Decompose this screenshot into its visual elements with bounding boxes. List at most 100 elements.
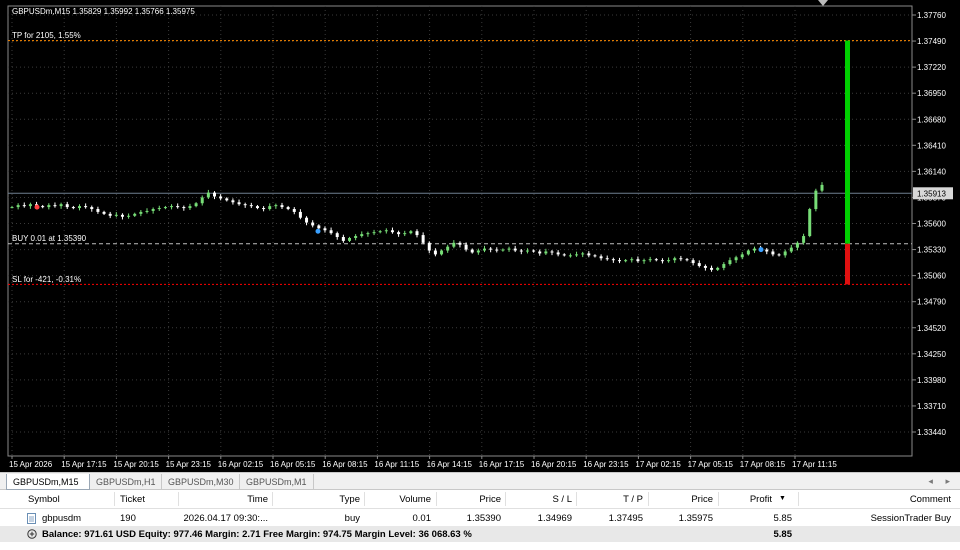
candle-body	[691, 260, 695, 264]
price-chart[interactable]: 1.37760 1.37490 1.37220 1.36950 1.36680 1.364…	[0, 0, 960, 472]
time-tick-label: 16 Apr 17:15	[479, 460, 525, 469]
candle	[378, 230, 382, 234]
candle-body	[384, 230, 388, 232]
col-time[interactable]: Time	[180, 494, 268, 505]
candle-body	[710, 267, 714, 270]
candle	[501, 248, 505, 252]
candle	[648, 256, 652, 263]
price-tick-label: 1.34790	[917, 298, 946, 307]
candle	[341, 234, 345, 243]
col-profit[interactable]: Profit	[722, 494, 772, 505]
tab-gbpusdm-m15[interactable]: GBPUSDm,M15	[6, 474, 90, 490]
candle-body	[575, 254, 579, 256]
candle-body	[28, 204, 32, 207]
candle	[660, 258, 664, 264]
price-tick-label: 1.34250	[917, 350, 946, 359]
candle	[41, 204, 45, 209]
candle	[550, 249, 554, 256]
candle-body	[237, 202, 241, 205]
candle	[802, 233, 806, 245]
candle-body	[716, 267, 720, 270]
row-current-price: 1.35975	[678, 513, 713, 524]
candle	[746, 249, 750, 256]
candle-body	[697, 263, 701, 266]
col-type[interactable]: Type	[276, 494, 360, 505]
candle	[685, 258, 689, 262]
col-ticket[interactable]: Ticket	[120, 494, 145, 505]
candle	[458, 241, 462, 248]
candle-body	[483, 248, 486, 251]
tab-scroll-right-icon[interactable]: ▸	[945, 476, 950, 486]
candle	[667, 257, 671, 263]
candle	[679, 255, 683, 262]
price-tick-label: 1.33710	[917, 402, 946, 411]
expand-plus-icon[interactable]	[27, 529, 37, 539]
candle	[311, 220, 315, 228]
candle-body	[519, 250, 523, 252]
candle-body	[317, 225, 321, 229]
candle-body	[243, 204, 247, 206]
candle-body	[464, 244, 468, 250]
candle	[483, 245, 486, 253]
candle	[599, 254, 603, 261]
candle-body	[10, 207, 14, 209]
candle-body	[587, 253, 591, 256]
sort-desc-icon[interactable]: ▼	[779, 495, 786, 502]
candle	[495, 247, 499, 253]
candle	[789, 244, 793, 254]
chart-collapse-icon	[818, 0, 828, 6]
candle	[697, 260, 701, 268]
row-sl: 1.34969	[537, 513, 572, 524]
price-tick-label: 1.33980	[917, 376, 946, 385]
candle-body	[630, 259, 634, 261]
candle-body	[41, 206, 45, 208]
col-symbol[interactable]: Symbol	[28, 494, 60, 505]
tab-gbpusdm-m30[interactable]: GBPUSDm,M30	[162, 474, 240, 490]
price-tick-label: 1.35600	[917, 220, 946, 229]
candle-body	[65, 204, 69, 208]
candle-body	[200, 197, 204, 204]
candle-body	[544, 251, 548, 254]
candle	[820, 182, 824, 193]
candle-body	[415, 231, 419, 236]
candle	[157, 205, 161, 211]
candle-body	[808, 209, 812, 237]
candle	[795, 241, 799, 251]
col-price[interactable]: Price	[440, 494, 501, 505]
candle-body	[734, 257, 738, 261]
candle	[194, 202, 198, 208]
candle-body	[268, 206, 272, 210]
row-profit: 5.85	[773, 513, 793, 524]
candle	[476, 248, 480, 255]
col-current-price[interactable]: Price	[652, 494, 713, 505]
time-tick-label: 16 Apr 14:15	[427, 460, 473, 469]
chart-canvas[interactable]: 1.37760 1.37490 1.37220 1.36950 1.36680 1.364…	[0, 0, 960, 472]
candle	[102, 210, 106, 216]
candle	[133, 212, 137, 217]
position-row[interactable]: gbpusdm 190 2026.04.17 09:30:... buy 0.0…	[0, 509, 960, 526]
candle	[777, 253, 781, 257]
tab-gbpusdm-m1[interactable]: GBPUSDm,M1	[240, 474, 314, 490]
candle-body	[305, 217, 309, 223]
candle	[587, 251, 591, 258]
row-time: 2026.04.17 09:30:...	[183, 513, 268, 524]
col-volume[interactable]: Volume	[368, 494, 431, 505]
candle	[654, 258, 658, 262]
col-tp[interactable]: T / P	[580, 494, 643, 505]
candle	[280, 202, 284, 210]
candle-body	[820, 184, 824, 191]
candle	[176, 203, 180, 209]
candle-body	[722, 264, 726, 268]
col-comment[interactable]: Comment	[800, 494, 951, 505]
candle	[71, 205, 75, 210]
candle	[624, 259, 628, 263]
candle	[53, 202, 57, 208]
tab-scroll-left-icon[interactable]: ◂	[928, 476, 933, 486]
tab-gbpusdm-h1[interactable]: GBPUSDm,H1	[90, 474, 162, 490]
candle	[78, 204, 81, 211]
candle-body	[452, 242, 456, 247]
candle-body	[90, 207, 94, 210]
col-sl[interactable]: S / L	[509, 494, 572, 505]
candle	[323, 226, 327, 233]
candle-body	[354, 236, 358, 238]
